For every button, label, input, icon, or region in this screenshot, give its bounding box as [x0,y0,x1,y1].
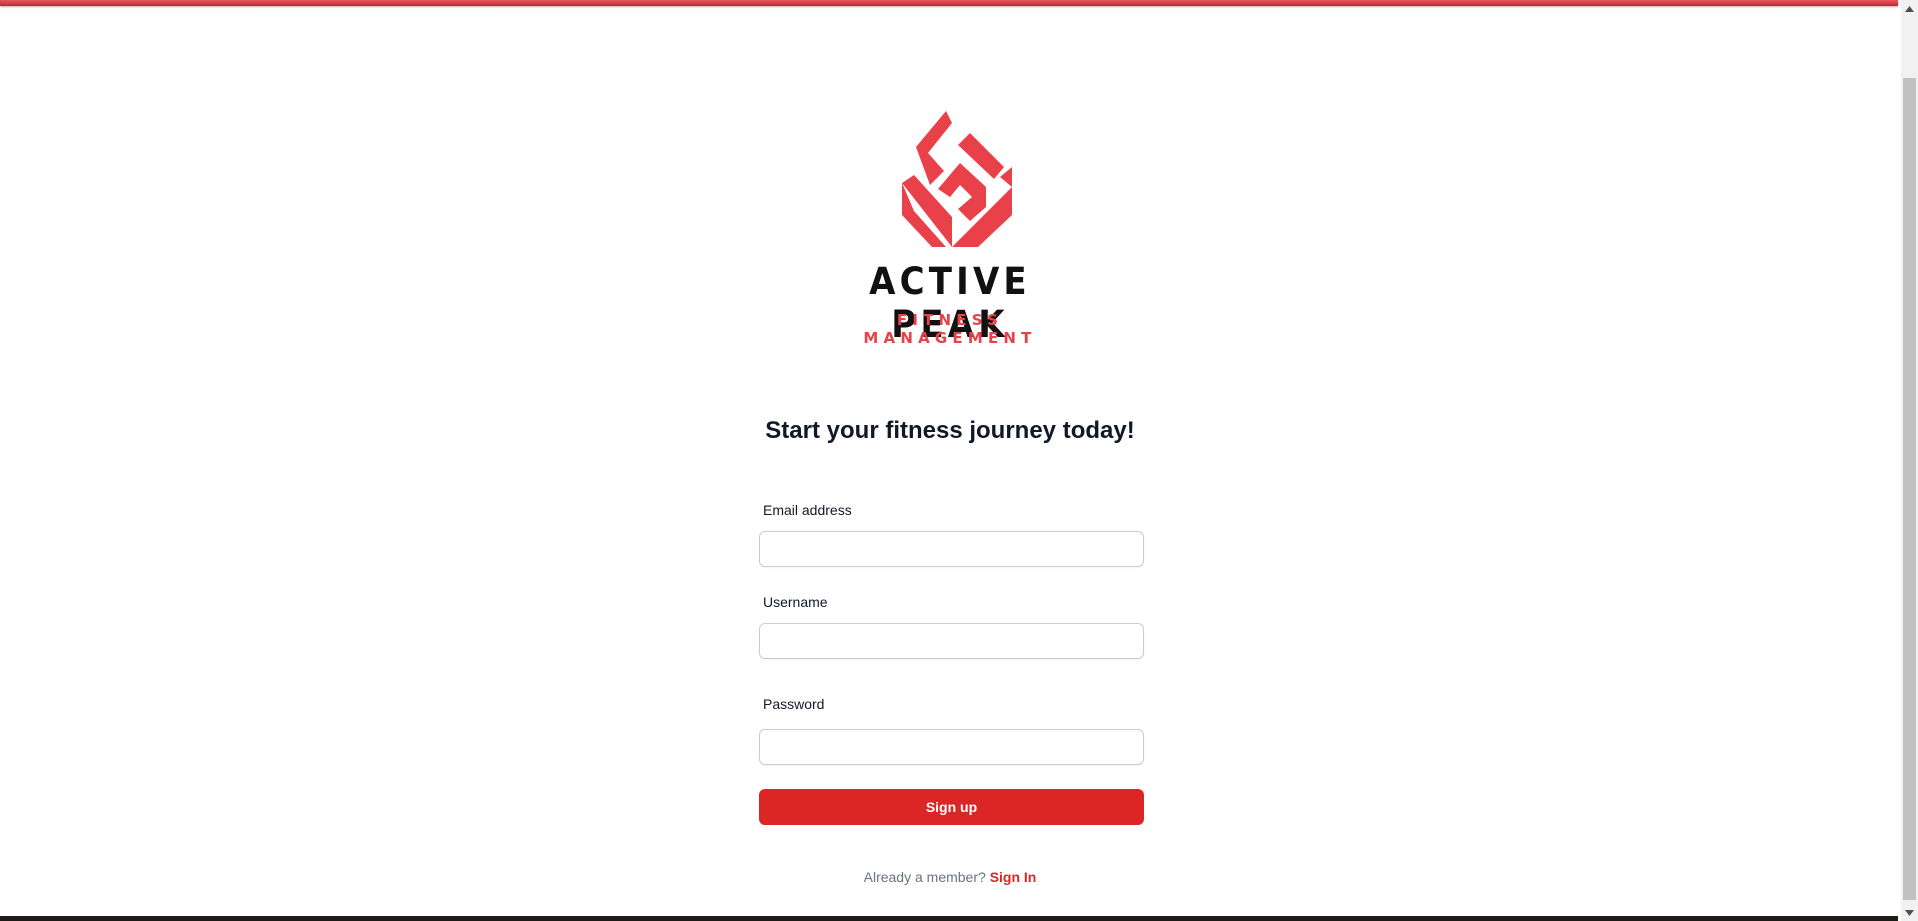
scroll-down-arrow-icon [1905,909,1914,916]
password-field[interactable] [759,729,1144,765]
scroll-up-button[interactable] [1901,0,1918,17]
scroll-down-button[interactable] [1901,904,1918,921]
bottom-bar [0,916,1898,921]
sign-in-prompt: Already a member? Sign In [659,869,1241,885]
username-field[interactable] [759,623,1144,659]
page-heading: Start your fitness journey today! [765,417,1135,444]
sign-up-button[interactable]: Sign up [759,789,1144,825]
vertical-scrollbar[interactable] [1901,0,1918,921]
email-field[interactable] [759,531,1144,567]
active-peak-logo-icon [902,111,1012,247]
email-label: Email address [763,502,852,518]
username-label: Username [763,594,828,610]
signup-page: ACTIVE PEAK FITNESS MANAGEMENT Start you… [0,0,1918,921]
scroll-up-arrow-icon [1905,5,1914,12]
brand-logo: ACTIVE PEAK FITNESS MANAGEMENT [810,105,1090,347]
scrollbar-thumb[interactable] [1903,78,1916,900]
top-accent-bar [0,0,1898,6]
brand-tagline: FITNESS MANAGEMENT [863,311,1037,347]
sign-in-link[interactable]: Sign In [990,869,1037,885]
password-label: Password [763,696,825,712]
already-member-text: Already a member? [863,869,986,885]
